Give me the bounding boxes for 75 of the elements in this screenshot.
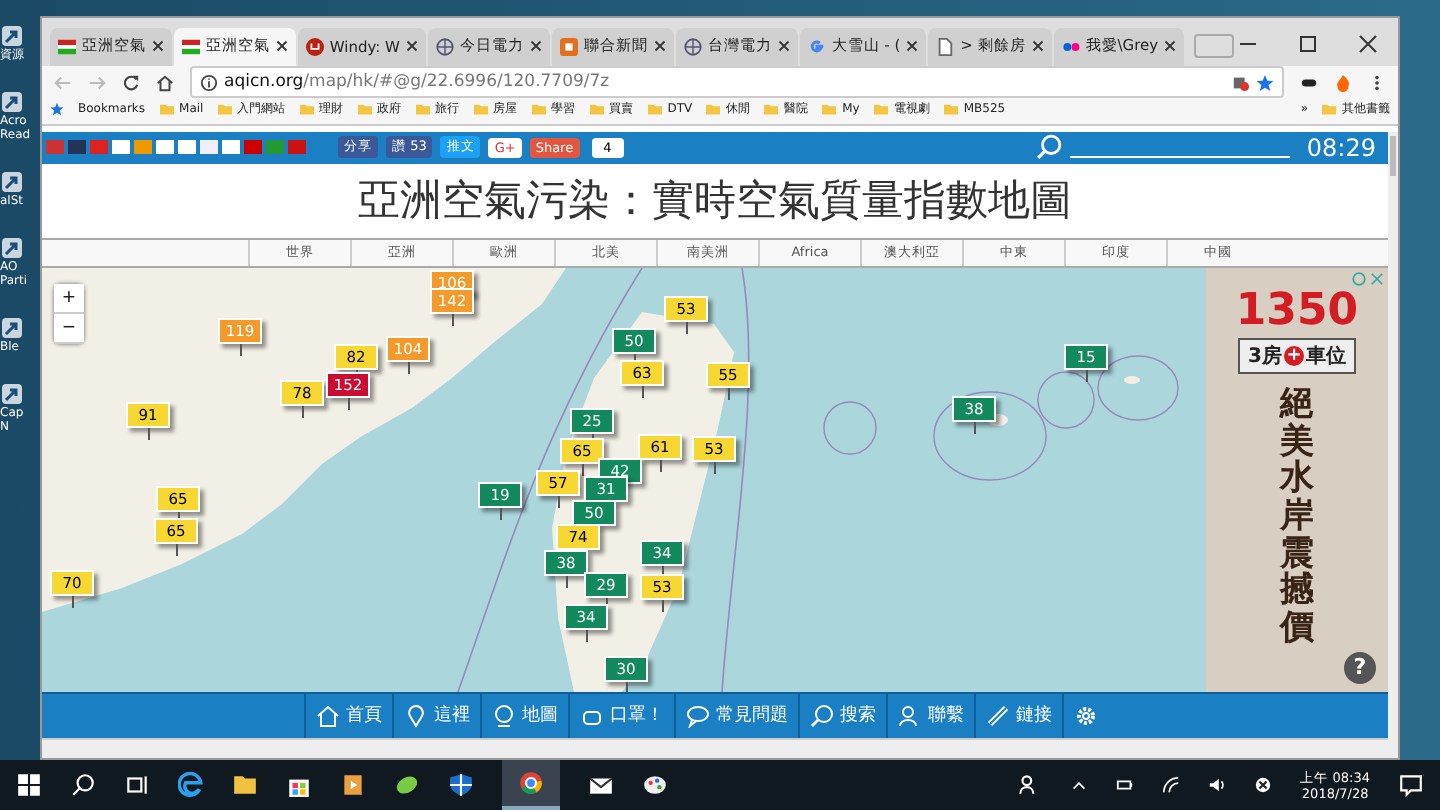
shield-icon[interactable] (448, 772, 474, 798)
language-flags-drawing[interactable] (42, 140, 306, 155)
clock: 08:29 (1306, 133, 1376, 162)
map-drawing[interactable] (42, 267, 1206, 692)
mask-icon[interactable] (1300, 73, 1318, 92)
close-icon[interactable] (405, 40, 418, 53)
vertical-scrollbar[interactable] (1388, 131, 1398, 758)
close-icon[interactable] (906, 40, 919, 53)
star-icon[interactable] (1256, 73, 1274, 92)
chrome-icon[interactable] (518, 770, 544, 796)
horizontal-scrollbar[interactable] (42, 737, 1388, 758)
mail-icon[interactable] (588, 772, 614, 798)
globe-icon (435, 37, 454, 56)
edge-icon[interactable] (178, 772, 204, 798)
dots-icon (1061, 37, 1080, 56)
search-icon (810, 703, 834, 728)
logo-icon (305, 37, 324, 56)
ad-price: 1350 (1235, 289, 1359, 334)
volume-icon[interactable] (1208, 776, 1227, 794)
notification-icon[interactable] (1398, 772, 1424, 798)
maximize-icon[interactable] (1298, 34, 1319, 54)
folder-icon[interactable] (232, 772, 258, 798)
zoom-button[interactable]: + (54, 283, 84, 314)
address-field[interactable]: aqicn.org/map/hk/#@g/22.6996/120.7709/7z (190, 66, 1284, 99)
page-title: 亞洲空氣污染：實時空氣質量指數地圖 (356, 174, 1074, 229)
news-icon (559, 37, 578, 56)
home-icon[interactable] (156, 73, 174, 92)
shortcut-icon[interactable] (0, 170, 24, 194)
document-icon (936, 37, 955, 56)
shortcut-icon[interactable] (0, 382, 24, 406)
task-view-icon[interactable] (124, 772, 150, 798)
shortcut-icon[interactable] (0, 236, 24, 260)
g-letter-icon (807, 37, 826, 56)
settings-icon (1074, 703, 1098, 728)
palette-icon[interactable] (642, 772, 668, 798)
close-icon[interactable] (1358, 34, 1379, 54)
search-icon[interactable] (70, 772, 96, 798)
media-player-icon[interactable] (340, 772, 366, 798)
flame-icon[interactable] (1334, 73, 1352, 92)
person-icon (898, 703, 922, 728)
close-icon[interactable] (1164, 40, 1177, 53)
reload-icon[interactable] (122, 73, 140, 92)
home-icon (316, 703, 340, 728)
blocked-icon[interactable] (1254, 776, 1273, 794)
zoom-button[interactable]: − (54, 313, 84, 344)
shortcut-icon[interactable] (0, 90, 24, 114)
shortcut-icon[interactable] (0, 24, 24, 48)
plus-badge: + (1283, 345, 1304, 366)
wifi-icon[interactable] (1162, 776, 1181, 794)
close-icon[interactable] (653, 40, 666, 53)
close-icon[interactable] (275, 40, 288, 53)
globe-icon (683, 37, 702, 56)
globe-icon (492, 703, 516, 728)
shortcut-icon[interactable] (0, 316, 24, 340)
ad-banner[interactable]: 1350 3房 + 車位 絕美水岸震撼價 ? (1206, 267, 1388, 692)
leaf-icon[interactable] (394, 772, 420, 798)
battery-icon[interactable] (1116, 776, 1135, 794)
chevron-up-icon[interactable] (1070, 776, 1089, 794)
info-icon (200, 73, 218, 92)
ad-text: 3房 (1248, 342, 1282, 370)
link-icon (986, 703, 1010, 728)
chat-icon (686, 703, 710, 728)
flag-icon (181, 37, 200, 56)
flag-icon (58, 37, 76, 56)
close-icon[interactable] (1031, 40, 1044, 53)
pin-icon (404, 703, 428, 728)
star-icon (50, 102, 64, 117)
close-icon[interactable] (777, 40, 790, 53)
help-button[interactable]: ? (1344, 651, 1376, 684)
close-icon[interactable] (152, 40, 164, 53)
windows-logo-icon[interactable] (16, 772, 42, 798)
close-icon[interactable] (529, 40, 542, 53)
ad-text: 車位 (1305, 343, 1346, 370)
folder-icon (1322, 102, 1336, 117)
ad-slogan: 絕美水岸震撼價 (1280, 385, 1314, 648)
